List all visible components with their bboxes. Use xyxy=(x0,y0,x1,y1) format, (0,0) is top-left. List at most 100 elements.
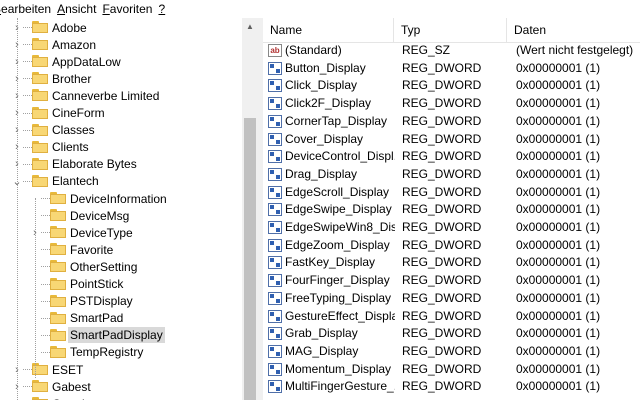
tree-connector xyxy=(23,112,32,115)
value-type: REG_DWORD xyxy=(402,273,482,288)
list-item[interactable]: EdgeScroll_Display REG_DWORD 0x00000001 (1… xyxy=(263,184,640,202)
value-data: 0x00000001 (1) xyxy=(516,343,601,358)
list-item[interactable]: FreeTyping_Display REG_DWORD 0x00000001 (1… xyxy=(263,290,640,308)
tree-item[interactable]: ›Garmin xyxy=(0,395,242,400)
list-item[interactable]: ab (Standard) REG_SZ (Wert nicht festgelegt… xyxy=(263,42,640,60)
list-item[interactable]: MultiFingerGesture_... REG_DWORD 0x0000000… xyxy=(263,378,640,396)
tree-item[interactable]: › ESET xyxy=(0,361,242,378)
tree-item[interactable]: DeviceInformation xyxy=(0,190,242,207)
tree-item[interactable]: › Classes xyxy=(0,122,242,139)
tree-item-label: SmartPadDisplay xyxy=(68,327,165,344)
tree-item-label: DeviceInformation xyxy=(70,191,167,206)
value-data: 0x00000001 (1) xyxy=(516,131,601,146)
folder-icon xyxy=(50,311,66,324)
list-item[interactable]: Cover_Display REG_DWORD 0x00000001 (1) xyxy=(263,131,640,149)
tree-item[interactable]: TempRegistry xyxy=(0,344,242,361)
list-item[interactable]: Momentum_Display REG_DWORD 0x00000001 (1) xyxy=(263,361,640,379)
menu-label: earbeiten xyxy=(1,2,52,16)
value-type: REG_DWORD xyxy=(402,60,482,75)
tree-item[interactable]: › Canneverbe Limited xyxy=(0,87,242,104)
list-item[interactable]: CornerTap_Display REG_DWORD 0x00000001 (1) xyxy=(263,113,640,131)
tree-item[interactable]: PointStick xyxy=(0,276,242,293)
folder-icon xyxy=(32,38,48,51)
list-item[interactable]: FastKey_Display REG_DWORD 0x00000001 (1) xyxy=(263,254,640,272)
tree-connector xyxy=(23,78,32,80)
value-type: REG_DWORD xyxy=(402,361,482,376)
value-type: REG_DWORD xyxy=(402,113,482,128)
tree-item[interactable]: › Gabest xyxy=(0,378,242,395)
list-item[interactable]: FourFinger_Display REG_DWORD 0x00000001 (1… xyxy=(263,272,640,290)
list-item[interactable]: DeviceControl_Displ... REG_DWORD 0x0000000… xyxy=(263,148,640,166)
binary-value-icon xyxy=(268,167,282,181)
menu-bar: BearbeitenAnsichtFavoriten? xyxy=(0,0,640,18)
tree-vertical-scrollbar[interactable]: ▲ xyxy=(242,18,258,400)
tree-item[interactable]: › DeviceType xyxy=(0,224,242,241)
folder-icon xyxy=(50,226,66,239)
column-header-name[interactable]: Name xyxy=(263,18,394,42)
folder-icon xyxy=(32,21,48,33)
tree-item-label: Gabest xyxy=(52,379,91,394)
column-header-data[interactable]: Daten xyxy=(507,18,640,42)
tree-connector xyxy=(23,163,32,166)
tree-item[interactable]: DeviceMsg xyxy=(0,207,242,224)
menu-item-1[interactable]: Ansicht xyxy=(57,2,102,16)
binary-value-icon xyxy=(268,221,282,234)
tree-connector xyxy=(23,44,32,46)
tree-connector xyxy=(41,215,50,217)
binary-value-icon xyxy=(268,256,282,270)
binary-value-icon xyxy=(268,132,282,146)
tree-item-label: Garmin xyxy=(50,396,93,400)
value-name: GestureEffect_Display xyxy=(285,308,395,323)
tree-item-label: Adobe xyxy=(52,20,87,35)
tree-item[interactable]: › AppDataLow xyxy=(0,53,242,70)
tree-item[interactable]: › Adobe xyxy=(0,19,242,36)
tree-item[interactable]: › Amazon xyxy=(0,36,242,53)
tree-connector xyxy=(23,386,32,388)
value-name: EdgeSwipe_Display xyxy=(285,202,392,217)
tree-connector xyxy=(41,351,50,354)
menu-item-2[interactable]: Favoriten xyxy=(102,2,158,16)
list-item[interactable]: Drag_Display REG_DWORD 0x00000001 (1) xyxy=(263,166,640,184)
tree-item-label: OtherSetting xyxy=(70,259,138,274)
tree-item-label: AppDataLow xyxy=(52,54,121,69)
tree-item[interactable]: › Brother xyxy=(0,70,242,87)
list-item[interactable]: Button_Display REG_DWORD 0x00000001 (1) xyxy=(263,60,640,78)
menu-item-0[interactable]: Bearbeiten xyxy=(0,2,57,16)
value-data: 0x00000001 (1) xyxy=(516,255,601,270)
value-name: FourFinger_Display xyxy=(285,273,390,288)
list-item[interactable]: Click_Display REG_DWORD 0x00000001 (1) xyxy=(263,77,640,95)
list-item[interactable]: Click2F_Display REG_DWORD 0x00000001 (1) xyxy=(263,95,640,113)
scroll-thumb[interactable] xyxy=(244,118,256,400)
list-item[interactable]: EdgeSwipe_Display REG_DWORD 0x00000001 (1) xyxy=(263,201,640,219)
value-type: REG_DWORD xyxy=(402,149,482,164)
tree-item[interactable]: SmartPadDisplay xyxy=(0,327,242,344)
list-item[interactable]: EdgeZoom_Display REG_DWORD 0x00000001 (1) xyxy=(263,237,640,255)
tree-item[interactable]: Favorite xyxy=(0,241,242,258)
tree-item-label: TempRegistry xyxy=(70,345,144,360)
binary-value-icon xyxy=(268,203,282,217)
tree-item[interactable]: OtherSetting xyxy=(0,258,242,275)
tree-item[interactable]: › Clients xyxy=(0,139,242,156)
registry-value-list: Name Typ Daten ab (Standard) REG_SZ (Wert n… xyxy=(263,18,640,400)
scroll-up-arrow-icon[interactable]: ▲ xyxy=(242,18,258,34)
value-name: Button_Display xyxy=(285,60,366,75)
column-header-type[interactable]: Typ xyxy=(394,18,507,42)
menu-item-3[interactable]: ? xyxy=(158,2,171,16)
list-item[interactable]: Grab_Display REG_DWORD 0x00000001 (1) xyxy=(263,325,640,343)
value-type: REG_DWORD xyxy=(402,255,482,270)
tree-item[interactable]: › Elaborate Bytes xyxy=(0,156,242,173)
tree-item-label: Favorite xyxy=(70,242,114,257)
tree-item-label: Elantech xyxy=(52,174,99,189)
binary-value-icon xyxy=(268,327,282,341)
tree-item[interactable]: ⌄ Elantech xyxy=(0,173,242,190)
list-item[interactable]: MAG_Display REG_DWORD 0x00000001 (1) xyxy=(263,343,640,361)
list-item[interactable]: GestureEffect_Display REG_DWORD 0x00000001… xyxy=(263,308,640,326)
value-data: 0x00000001 (1) xyxy=(516,202,601,217)
value-data: 0x00000001 (1) xyxy=(516,149,601,164)
binary-value-icon xyxy=(268,238,282,252)
list-item[interactable]: EdgeSwipeWin8_Dis... REG_DWORD 0x00000001 … xyxy=(263,219,640,237)
value-type: REG_DWORD xyxy=(402,166,482,181)
tree-item[interactable]: SmartPad xyxy=(0,310,242,327)
tree-item[interactable]: PSTDisplay xyxy=(0,293,242,310)
tree-item[interactable]: › CineForm xyxy=(0,105,242,122)
